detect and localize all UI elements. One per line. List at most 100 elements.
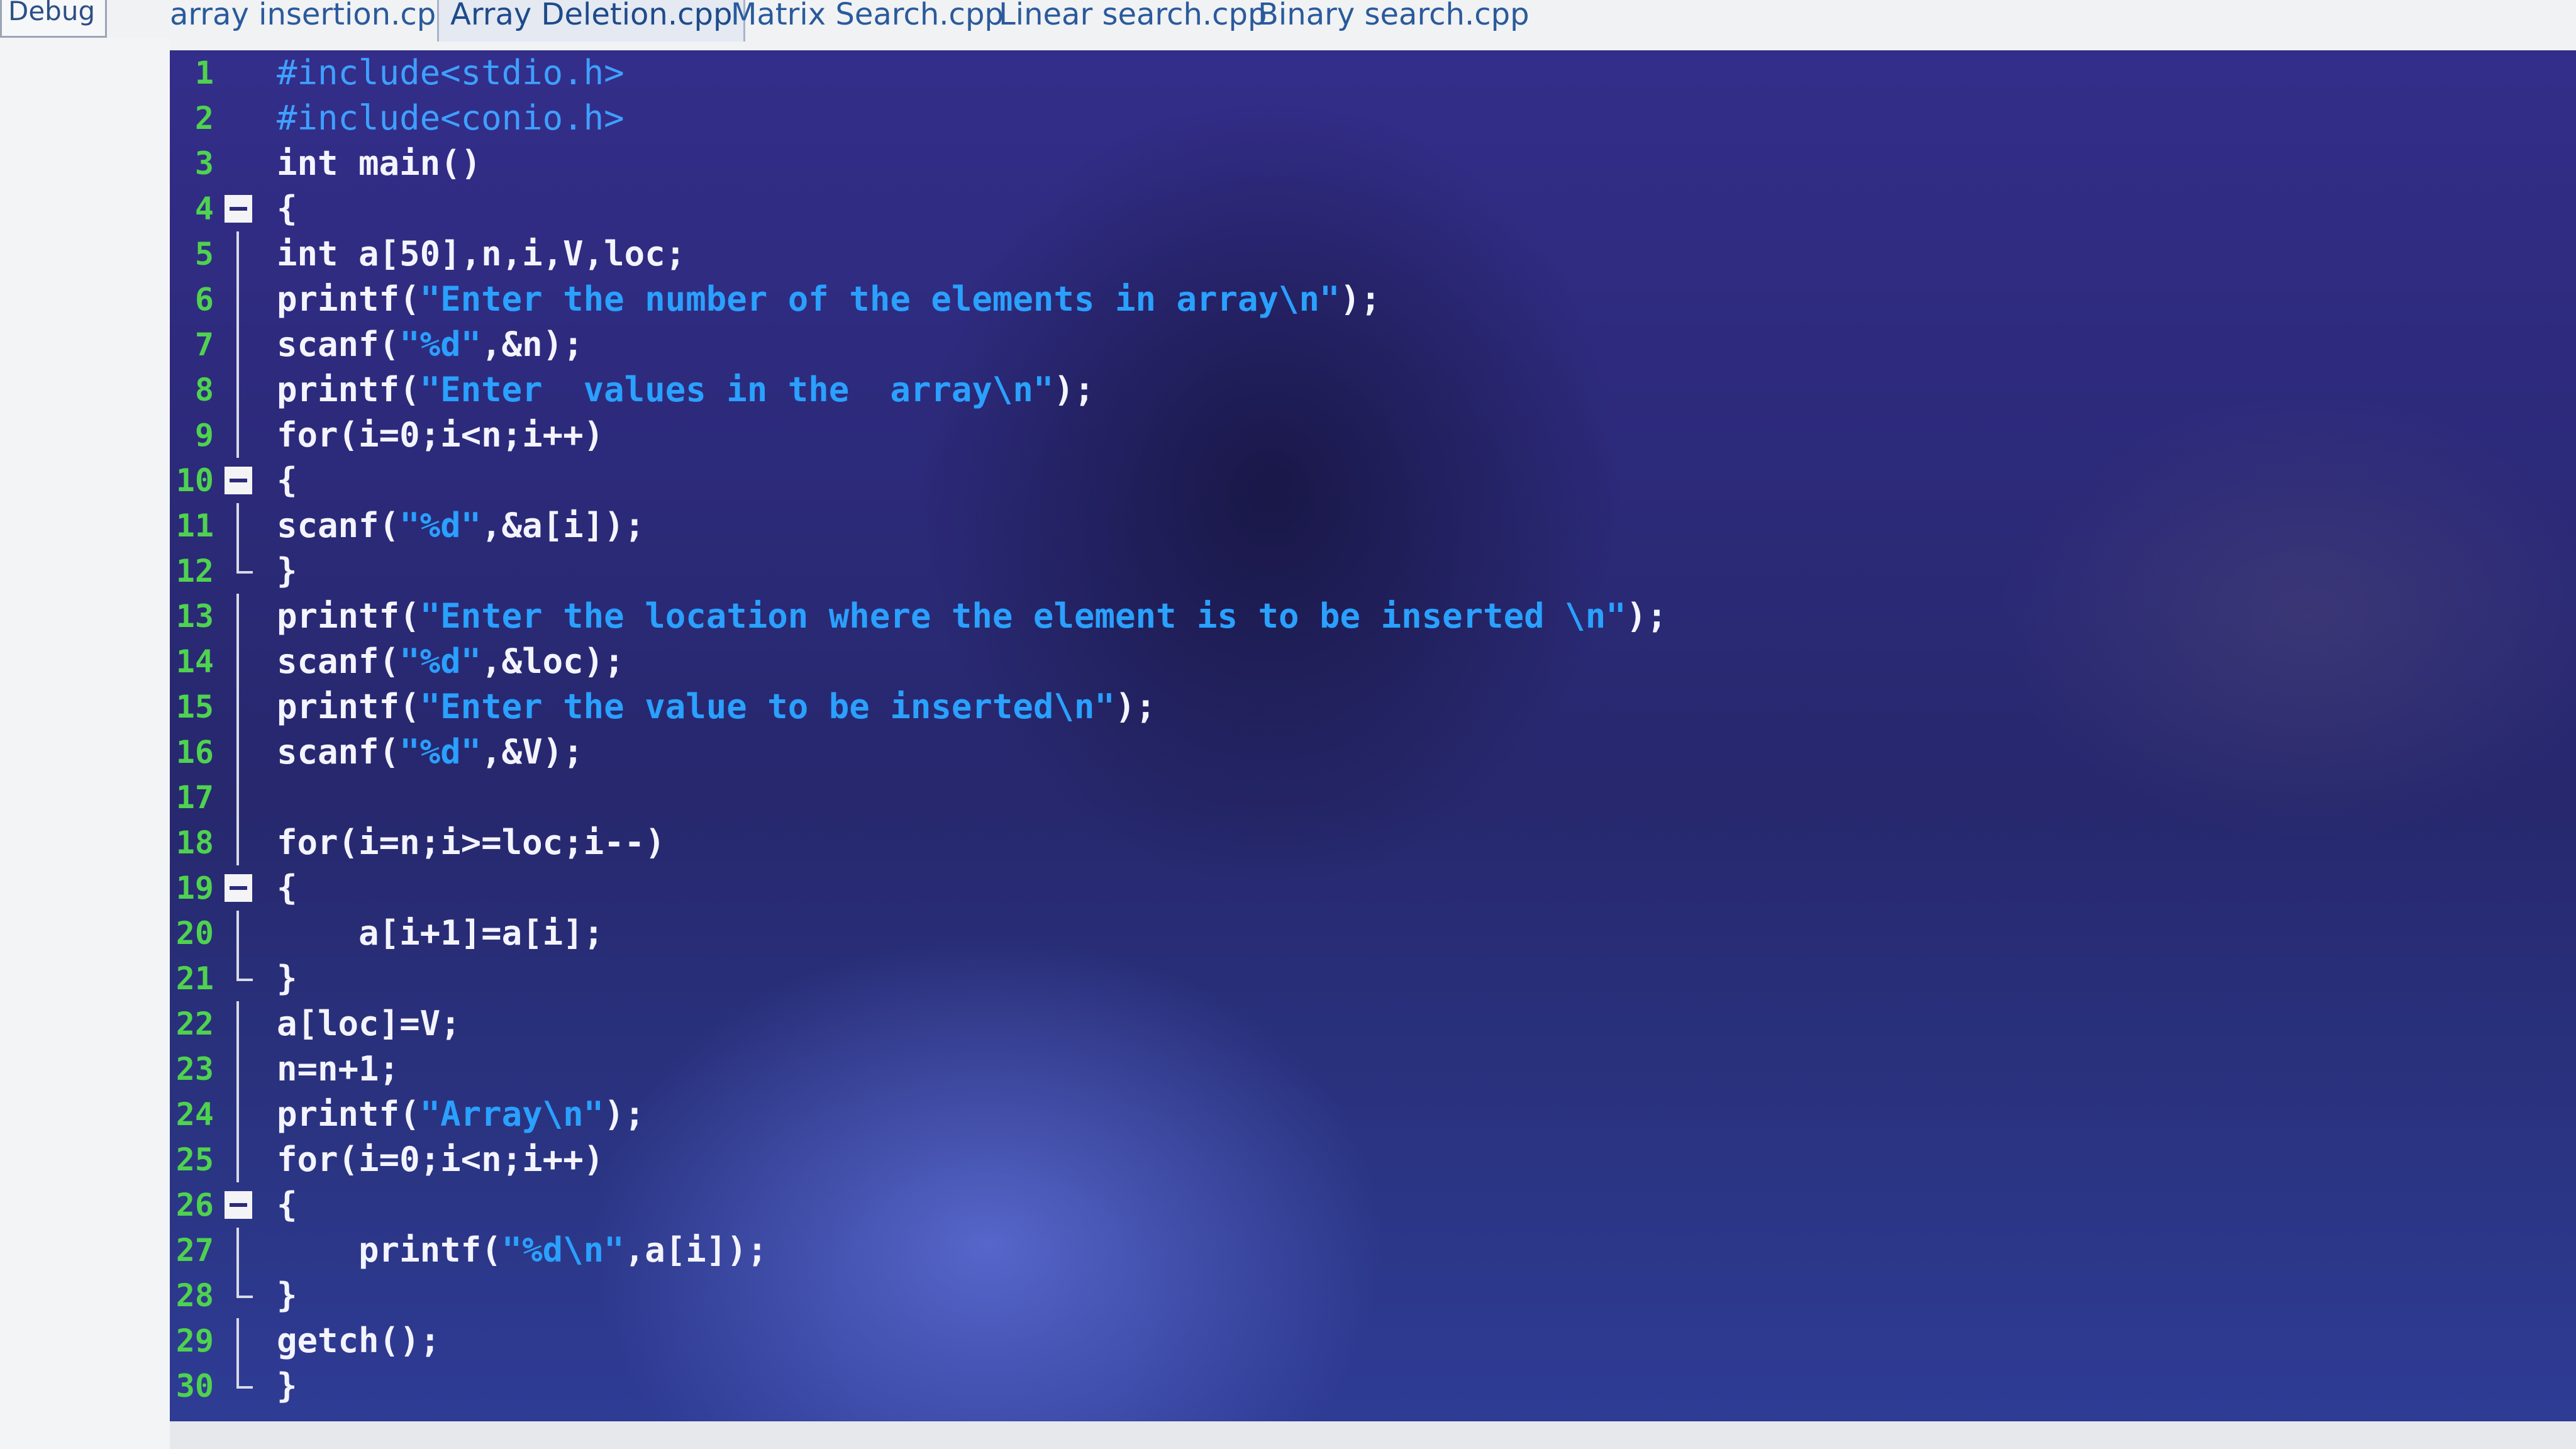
code-line-row: 1 #include<stdio.h> (170, 50, 2576, 96)
code-line-text[interactable]: #include<stdio.h> (277, 50, 625, 96)
code-line-text[interactable]: { (277, 458, 297, 503)
code-line-row: 19 { (170, 865, 2576, 911)
code-line-text[interactable]: } (277, 548, 297, 594)
line-number: 28 (175, 1277, 214, 1314)
tab-linear-search[interactable]: Linear search.cpp (999, 0, 1267, 42)
code-line-text[interactable]: } (277, 956, 297, 1001)
code-line-text[interactable]: int main() (277, 141, 481, 186)
code-line-text[interactable]: printf("%d\n",a[i]); (277, 1228, 767, 1273)
string-literal: "Array\n" (419, 1094, 604, 1134)
line-number: 15 (175, 689, 214, 725)
code-line-text[interactable]: scanf("%d",&a[i]); (277, 503, 645, 548)
fold-guide-line (236, 231, 239, 277)
string-literal: "%d\n" (501, 1230, 625, 1270)
line-number: 27 (175, 1232, 214, 1269)
line-number: 3 (194, 145, 214, 182)
code-line-row: 25 for(i=0;i<n;i++) (170, 1137, 2576, 1182)
line-number: 13 (175, 598, 214, 635)
fold-minus-icon[interactable] (225, 874, 252, 902)
fold-end-marker-icon (236, 956, 253, 981)
fold-guide-line (236, 1228, 239, 1273)
tab-matrix-search[interactable]: Matrix Search.cpp (731, 0, 1004, 42)
code-line-text[interactable]: } (277, 1363, 297, 1409)
fold-guide-line (236, 639, 239, 684)
code-line-row: 15 printf("Enter the value to be inserted… (170, 684, 2576, 730)
fold-guide-line (236, 503, 239, 548)
line-number: 30 (175, 1368, 214, 1404)
code-line-row: 5 int a[50],n,i,V,loc; (170, 231, 2576, 277)
code-line-text[interactable]: for(i=0;i<n;i++) (277, 413, 604, 458)
code-line-text[interactable]: a[loc]=V; (277, 1001, 461, 1046)
code-line-text[interactable]: scanf("%d",&loc); (277, 639, 625, 684)
line-number: 10 (175, 462, 214, 499)
code-line-row: 17 (170, 775, 2576, 820)
code-line-text[interactable]: n=n+1; (277, 1046, 399, 1092)
build-config-dropdown[interactable]: Debug (0, 0, 107, 38)
code-line-text[interactable]: for(i=0;i<n;i++) (277, 1137, 604, 1182)
line-number: 2 (194, 100, 214, 136)
code-line-row: 13 printf("Enter the location where the e… (170, 594, 2576, 639)
code-line-text[interactable]: { (277, 1182, 297, 1228)
tab-array-deletion[interactable]: Array Deletion.cpp (437, 0, 746, 42)
string-literal: "Enter the location where the element is… (419, 596, 1626, 636)
fold-guide-line (236, 820, 239, 865)
line-number: 20 (175, 915, 214, 952)
line-number: 14 (175, 643, 214, 680)
code-line-row: 7 scanf("%d",&n); (170, 322, 2576, 367)
code-line-row: 21} (170, 956, 2576, 1001)
code-line-row: 3 int main() (170, 141, 2576, 186)
tab-binary-search[interactable]: Binary search.cpp (1258, 0, 1530, 42)
code-line-text[interactable]: getch(); (277, 1318, 440, 1363)
fold-minus-icon[interactable] (225, 195, 252, 223)
code-line-text[interactable]: printf("Enter values in the array\n"); (277, 367, 1094, 413)
line-number: 16 (175, 734, 214, 770)
fold-minus-icon[interactable] (225, 1191, 252, 1219)
line-number: 26 (175, 1187, 214, 1223)
fold-guide-line (236, 413, 239, 458)
fold-guide-line (236, 684, 239, 730)
code-line-text[interactable]: printf("Enter the value to be inserted\n… (277, 684, 1156, 730)
code-line-text[interactable]: a[i+1]=a[i]; (277, 911, 604, 956)
code-line-text[interactable]: int a[50],n,i,V,loc; (277, 231, 686, 277)
code-line-text[interactable]: { (277, 186, 297, 231)
code-line-text[interactable]: scanf("%d",&V); (277, 730, 584, 775)
code-line-row: 24 printf("Array\n"); (170, 1092, 2576, 1137)
code-line-row: 9 for(i=0;i<n;i++) (170, 413, 2576, 458)
fold-guide-line (236, 594, 239, 639)
line-number: 25 (175, 1141, 214, 1178)
code-line-row: 8 printf("Enter values in the array\n"); (170, 367, 2576, 413)
line-number: 22 (175, 1006, 214, 1042)
line-number: 17 (175, 779, 214, 816)
code-line-row: 16 scanf("%d",&V); (170, 730, 2576, 775)
tab-array-insertion[interactable]: array insertion.cpp (170, 0, 455, 42)
fold-guide-line (236, 1046, 239, 1092)
code-line-text[interactable]: scanf("%d",&n); (277, 322, 584, 367)
fold-minus-icon[interactable] (225, 467, 252, 494)
line-number: 6 (194, 281, 214, 318)
line-number: 11 (175, 508, 214, 544)
line-number: 9 (194, 417, 214, 453)
fold-minus-glyph (230, 479, 247, 482)
code-line-row: 12} (170, 548, 2576, 594)
fold-end-marker-icon (236, 1273, 253, 1298)
code-line-text[interactable]: #include<conio.h> (277, 96, 625, 141)
code-line-row: 2 #include<conio.h> (170, 96, 2576, 141)
code-line-text[interactable]: printf("Enter the location where the ele… (277, 594, 1667, 639)
code-line-row: 29 getch(); (170, 1318, 2576, 1363)
code-line-text[interactable]: printf("Enter the number of the elements… (277, 277, 1381, 322)
code-line-text[interactable]: } (277, 1273, 297, 1318)
string-literal: "Enter the number of the elements in arr… (419, 279, 1340, 319)
string-literal: "%d" (399, 641, 482, 681)
code-line-text[interactable]: printf("Array\n"); (277, 1092, 645, 1137)
line-number: 23 (175, 1051, 214, 1087)
file-tab-strip: Debug array insertion.cpp Array Deletion… (0, 0, 2576, 57)
code-editor[interactable]: 1 #include<stdio.h> 2 #include<conio.h> 3 int… (170, 50, 2576, 1421)
code-line-text[interactable]: for(i=n;i>=loc;i--) (277, 820, 665, 865)
line-number: 29 (175, 1323, 214, 1359)
code-line-row: 10 { (170, 458, 2576, 503)
code-line-text[interactable]: { (277, 865, 297, 911)
code-line-row: 18 for(i=n;i>=loc;i--) (170, 820, 2576, 865)
fold-guide-line (236, 1092, 239, 1137)
fold-minus-glyph (230, 207, 247, 211)
fold-guide-line (236, 322, 239, 367)
